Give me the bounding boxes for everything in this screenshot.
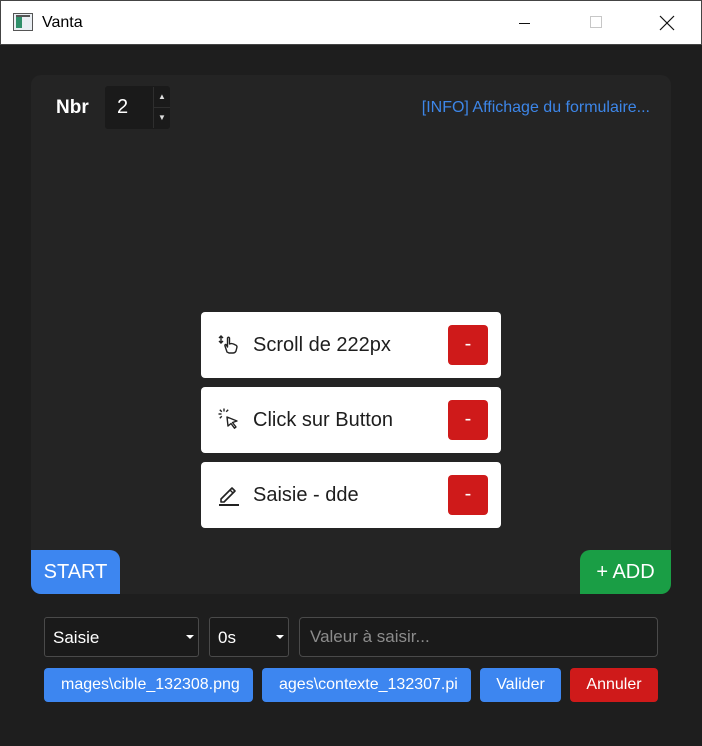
remove-action-button[interactable]: - — [448, 325, 488, 365]
cancel-button[interactable]: Annuler — [570, 668, 658, 702]
info-message: [INFO] Affichage du formulaire... — [421, 99, 650, 116]
close-button[interactable] — [644, 1, 690, 45]
start-button[interactable]: START — [31, 550, 120, 594]
validate-button[interactable]: Valider — [480, 668, 561, 702]
target-image-button[interactable]: mages\cible_132308.png — [44, 668, 253, 702]
minimize-button[interactable] — [502, 1, 548, 45]
click-cursor-icon — [218, 408, 238, 429]
remove-action-button[interactable]: - — [448, 475, 488, 515]
close-icon — [659, 15, 675, 31]
action-label: Scroll de 222px — [253, 334, 391, 356]
delay-value: 0s — [218, 628, 236, 647]
app-icon — [13, 13, 33, 31]
spin-down-button[interactable]: ▼ — [153, 107, 170, 128]
value-input[interactable] — [299, 617, 658, 657]
action-type-value: Saisie — [53, 628, 100, 647]
action-card-scroll[interactable]: Scroll de 222px - — [201, 312, 501, 378]
maximize-button[interactable] — [574, 1, 620, 45]
remove-action-button[interactable]: - — [448, 400, 488, 440]
add-button[interactable]: + ADD — [580, 550, 671, 594]
delay-select[interactable]: 0s — [209, 617, 289, 657]
action-label: Saisie - dde — [253, 484, 359, 506]
action-type-select[interactable]: Saisie — [44, 617, 199, 657]
nbr-label: Nbr — [56, 97, 89, 118]
action-card-input[interactable]: Saisie - dde - — [201, 462, 501, 528]
scroll-hand-icon — [218, 335, 238, 354]
context-image-button[interactable]: ages\contexte_132307.pi — [262, 668, 471, 702]
chevron-down-icon — [186, 635, 194, 639]
target-image-path: mages\cible_132308.png — [61, 676, 240, 693]
window-title: Vanta — [42, 14, 83, 31]
action-card-click[interactable]: Click sur Button - — [201, 387, 501, 453]
nbr-spinbox[interactable]: 2 ▲ ▼ — [105, 86, 170, 129]
chevron-down-icon — [276, 635, 284, 639]
context-image-path: ages\contexte_132307.pi — [279, 676, 458, 693]
pen-icon — [219, 487, 239, 506]
title-bar: Vanta — [0, 0, 702, 45]
nbr-value: 2 — [117, 96, 129, 118]
action-label: Click sur Button — [253, 409, 394, 431]
spin-up-button[interactable]: ▲ — [153, 87, 170, 107]
